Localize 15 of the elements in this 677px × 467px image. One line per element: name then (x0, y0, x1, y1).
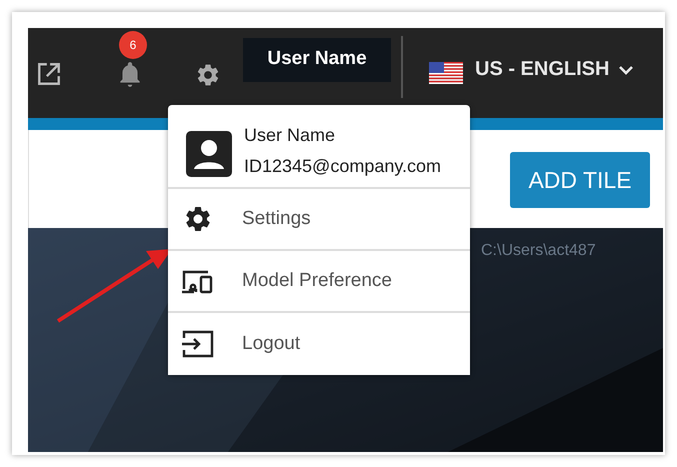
user-avatar-icon (186, 131, 232, 177)
add-tile-button[interactable]: ADD TILE (510, 152, 650, 208)
external-link-icon[interactable] (36, 61, 62, 87)
notification-badge: 6 (119, 31, 147, 59)
path-text: C:\Users\act487 (481, 242, 596, 260)
logout-icon (180, 329, 216, 359)
user-email: ID12345@company.com (244, 156, 442, 177)
menu-item[interactable]: Logout (168, 313, 470, 375)
settings-icon (195, 62, 221, 88)
user-button[interactable]: User Name (243, 38, 391, 82)
flag-icon (429, 62, 463, 84)
user-name: User Name (244, 125, 336, 146)
menu-item[interactable]: Settings (168, 189, 470, 251)
menu-item[interactable]: Model Preference (168, 251, 470, 313)
language-selector[interactable]: US - ENGLISH (463, 58, 636, 81)
